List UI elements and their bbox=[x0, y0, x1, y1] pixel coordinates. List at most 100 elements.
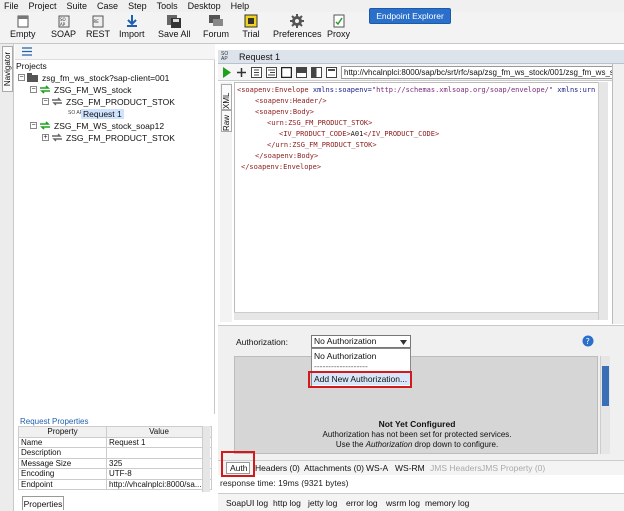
menu-file[interactable]: File bbox=[0, 1, 25, 11]
xml-line-8: </soapenv:Envelope> bbox=[241, 163, 322, 171]
endpoint-url-field[interactable]: http://vhcalnplci:8000/sap/bc/srt/rfc/sa… bbox=[341, 66, 624, 79]
xml-line-7: </soapenv:Body> bbox=[255, 152, 319, 160]
expand-icon[interactable]: + bbox=[42, 134, 49, 141]
tab-error-log[interactable]: error log bbox=[346, 498, 378, 508]
auth-scrollbar[interactable] bbox=[600, 356, 610, 454]
tab-xml[interactable]: XML bbox=[221, 84, 232, 110]
rest-button[interactable]: RE REST bbox=[86, 13, 110, 43]
split-view-icon[interactable] bbox=[296, 67, 307, 80]
tab-properties[interactable]: Properties bbox=[22, 496, 64, 510]
not-configured-title: Not Yet Configured bbox=[378, 419, 456, 429]
main-toolbar: Empty SO AP SOAP RE REST Import Save All … bbox=[0, 12, 624, 44]
soap-button[interactable]: SO AP SOAP bbox=[51, 13, 76, 43]
tab-wsrm-log[interactable]: wsrm log bbox=[386, 498, 420, 508]
table-row[interactable]: Endpoint http://vhcalnplci:8000/sa... bbox=[18, 478, 212, 490]
endpoint-explorer-button[interactable]: Endpoint Explorer bbox=[369, 8, 451, 24]
collapse-icon[interactable]: − bbox=[42, 98, 49, 105]
maximize-icon[interactable] bbox=[280, 66, 293, 80]
tab-http-log[interactable]: http log bbox=[273, 498, 301, 508]
menu-step[interactable]: Step bbox=[124, 1, 153, 11]
save-all-icon bbox=[165, 13, 183, 29]
import-icon bbox=[123, 13, 141, 29]
table-row[interactable]: Name Request 1 bbox=[18, 436, 212, 448]
request-window-header: SO AP Request 1 bbox=[218, 50, 624, 64]
scroll-thumb[interactable] bbox=[602, 366, 609, 406]
preferences-button[interactable]: Preferences bbox=[273, 13, 322, 43]
proxy-button[interactable]: Proxy bbox=[327, 13, 350, 43]
tab-soapui-log[interactable]: SoapUI log bbox=[226, 498, 268, 508]
menu-case[interactable]: Case bbox=[93, 1, 124, 11]
interface-icon bbox=[40, 85, 50, 94]
tree-operation-1[interactable]: − ZSG_FM_PRODUCT_STOK bbox=[42, 96, 175, 107]
save-all-button[interactable]: Save All bbox=[158, 13, 191, 43]
empty-button[interactable]: Empty bbox=[10, 13, 36, 43]
format-xml-icon[interactable] bbox=[266, 67, 277, 80]
auth-placeholder-panel: Not Yet Configured Authorization has not… bbox=[234, 356, 598, 454]
tree-project[interactable]: − zsg_fm_ws_stock?sap-client=001 bbox=[18, 72, 169, 83]
response-time: response time: 19ms (9321 bytes) bbox=[220, 478, 349, 488]
menu-tools[interactable]: Tools bbox=[153, 1, 184, 11]
request-properties-title: Request Properties bbox=[20, 417, 89, 426]
menu-suite[interactable]: Suite bbox=[63, 1, 94, 11]
list-view-icon[interactable] bbox=[22, 47, 32, 58]
import-button[interactable]: Import bbox=[119, 13, 145, 43]
forum-button[interactable]: Forum bbox=[203, 13, 229, 43]
tree-binding-1[interactable]: − ZSG_FM_WS_stock bbox=[30, 84, 131, 95]
tabs-icon[interactable] bbox=[326, 67, 337, 80]
split-vertical-icon[interactable] bbox=[311, 67, 322, 80]
menu-help[interactable]: Help bbox=[227, 1, 256, 11]
log-tabs: SoapUI log http log jetty log error log … bbox=[218, 493, 624, 511]
navigator-tab[interactable]: Navigator bbox=[2, 46, 13, 92]
forum-icon bbox=[207, 13, 225, 29]
authorization-select[interactable]: No Authorization bbox=[311, 335, 411, 348]
table-row[interactable]: Message Size 325 bbox=[18, 457, 212, 469]
operation-icon bbox=[52, 97, 62, 106]
properties-scrollbar[interactable] bbox=[202, 426, 210, 492]
tree-request-1[interactable]: SO AP Request 1 bbox=[68, 108, 124, 119]
operation-icon bbox=[52, 133, 62, 142]
tree-binding-2[interactable]: − ZSG_FM_WS_stock_soap12 bbox=[30, 120, 164, 131]
tab-jetty-log[interactable]: jetty log bbox=[308, 498, 337, 508]
xml-vertical-scrollbar[interactable] bbox=[598, 82, 608, 320]
svg-text:AP: AP bbox=[60, 22, 66, 27]
tab-ws-rm[interactable]: WS-RM bbox=[395, 463, 425, 473]
menu-project[interactable]: Project bbox=[25, 1, 63, 11]
request-title: Request 1 bbox=[239, 51, 281, 62]
chevron-down-icon bbox=[400, 340, 407, 345]
table-row[interactable]: Description bbox=[18, 447, 212, 459]
tab-jms-property: JMS Property (0) bbox=[481, 463, 546, 473]
tab-raw[interactable]: Raw bbox=[221, 110, 232, 132]
tab-ws-a[interactable]: WS-A bbox=[366, 463, 388, 473]
xml-editor[interactable]: <soapenv:Envelope xmlns:soapenv="http://… bbox=[234, 82, 608, 320]
request-bottom-tabs: Auth Headers (0) Attachments (0) WS-A WS… bbox=[218, 460, 624, 475]
tab-attachments[interactable]: Attachments (0) bbox=[304, 463, 364, 473]
add-to-testcase-icon[interactable] bbox=[251, 67, 262, 80]
collapse-icon[interactable]: − bbox=[30, 122, 37, 129]
trial-icon bbox=[242, 13, 260, 29]
svg-text:?: ? bbox=[586, 337, 590, 346]
folder-icon bbox=[27, 73, 38, 82]
collapse-icon[interactable]: − bbox=[18, 74, 25, 81]
xml-line-2: <soapenv:Header/> bbox=[255, 97, 327, 105]
trial-button[interactable]: Trial bbox=[242, 13, 260, 43]
help-icon[interactable]: ? bbox=[582, 335, 594, 349]
soap-request-icon: SO AP bbox=[68, 110, 84, 116]
tree-operation-2[interactable]: + ZSG_FM_PRODUCT_STOK bbox=[42, 132, 175, 143]
rest-icon: RE bbox=[89, 13, 107, 29]
collapse-icon[interactable]: − bbox=[30, 86, 37, 93]
navigator-strip bbox=[0, 44, 14, 511]
highlight-add-new-authorization bbox=[308, 371, 412, 388]
highlight-auth-tab bbox=[221, 451, 255, 477]
not-configured-line-2: Use the Authorization drop down to confi… bbox=[335, 440, 499, 449]
projects-label: Projects bbox=[16, 61, 47, 71]
menu-desktop[interactable]: Desktop bbox=[184, 1, 227, 11]
xml-horizontal-scrollbar[interactable] bbox=[234, 312, 598, 320]
interface-icon bbox=[40, 121, 50, 130]
option-no-authorization[interactable]: No Authorization bbox=[312, 349, 410, 361]
tab-headers[interactable]: Headers (0) bbox=[255, 463, 300, 473]
tab-memory-log[interactable]: memory log bbox=[425, 498, 469, 508]
soap-icon: SO AP bbox=[55, 13, 73, 29]
run-icon[interactable] bbox=[222, 67, 232, 80]
add-assertion-icon[interactable] bbox=[236, 67, 247, 80]
table-row[interactable]: Encoding UTF-8 bbox=[18, 468, 212, 480]
